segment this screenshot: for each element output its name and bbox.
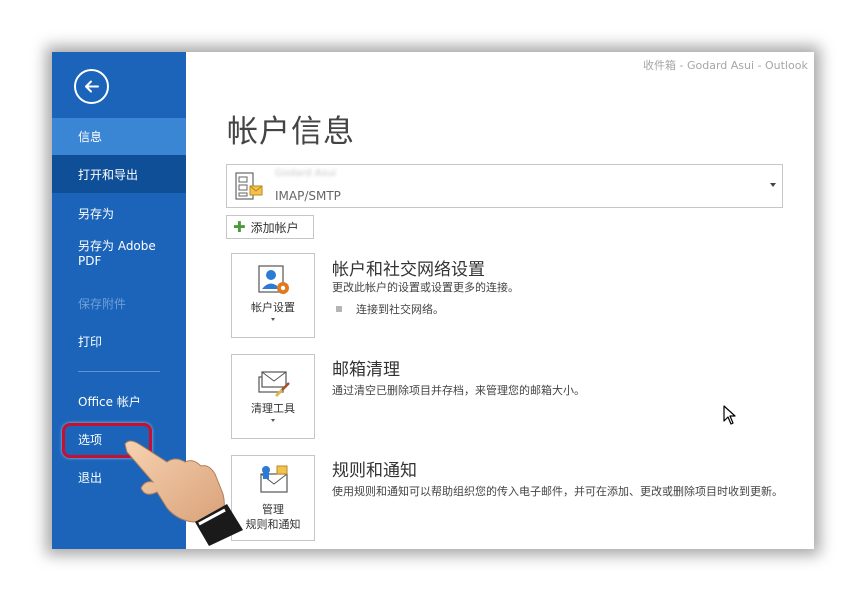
- nav-print-label: 打印: [78, 334, 103, 349]
- nav-separator: [78, 371, 160, 372]
- nav-save-attachments-label: 保存附件: [78, 296, 127, 311]
- nav-exit-label: 退出: [78, 470, 103, 485]
- nav-info-label: 信息: [78, 130, 103, 144]
- nav-save-as-pdf-label: 另存为 Adobe PDF: [78, 239, 156, 268]
- cleanup-tools-button[interactable]: 清理工具: [231, 354, 315, 439]
- nav-print[interactable]: 打印: [52, 322, 186, 360]
- account-type: IMAP/SMTP: [275, 189, 341, 203]
- page-title: 帐户信息: [227, 114, 355, 150]
- nav-office-account-label: Office 帐户: [78, 394, 141, 409]
- social-network-label: 连接到社交网络。: [356, 303, 444, 316]
- account-settings-desc: 更改此帐户的设置或设置更多的连接。: [332, 281, 519, 294]
- account-settings-label: 帐户设置: [251, 301, 295, 314]
- window-title: 收件箱 - Godard Asui - Outlook: [643, 59, 808, 72]
- rules-alerts-icon: [260, 465, 288, 493]
- nav-save-as[interactable]: 另存为: [52, 194, 186, 232]
- nav-info[interactable]: 信息: [52, 118, 186, 155]
- account-settings-title: 帐户和社交网络设置: [332, 260, 485, 280]
- back-arrow-icon: [85, 80, 99, 93]
- rules-alerts-title: 规则和通知: [332, 461, 417, 481]
- cleanup-tools-icon: [258, 371, 290, 397]
- add-account-button[interactable]: ✚ 添加帐户: [226, 215, 314, 239]
- nav-open-export[interactable]: 打开和导出: [52, 155, 186, 193]
- mouse-cursor-icon: [723, 405, 736, 425]
- plus-icon: ✚: [233, 217, 246, 236]
- nav-open-export-label: 打开和导出: [78, 167, 139, 182]
- account-card-icon: [235, 172, 263, 200]
- add-account-label: 添加帐户: [250, 220, 299, 235]
- account-settings-icon: [258, 265, 289, 294]
- chevron-down-icon: [271, 318, 275, 321]
- mailbox-cleanup-desc: 通过清空已删除项目并存档，来管理您的邮箱大小。: [332, 384, 585, 397]
- nav-save-as-label: 另存为: [78, 206, 115, 221]
- account-name: Godard Asui: [275, 168, 336, 179]
- back-button[interactable]: [74, 69, 109, 104]
- mailbox-cleanup-title: 邮箱清理: [332, 360, 400, 380]
- pointing-hand-icon: [124, 440, 243, 546]
- account-selector[interactable]: Godard Asui IMAP/SMTP: [226, 164, 783, 208]
- chevron-down-icon: [770, 183, 776, 187]
- chevron-down-icon: [271, 419, 275, 422]
- nav-save-attachments: 保存附件: [52, 284, 186, 322]
- cleanup-tools-label: 清理工具: [251, 402, 295, 415]
- account-settings-button[interactable]: 帐户设置: [231, 253, 315, 338]
- nav-save-as-pdf[interactable]: 另存为 Adobe PDF: [52, 239, 186, 279]
- rules-alerts-desc: 使用规则和通知可以帮助组织您的传入电子邮件，并可在添加、更改或删除项目时收到更新…: [332, 485, 783, 498]
- bullet-icon: [336, 306, 342, 312]
- social-network-link[interactable]: 连接到社交网络。: [336, 301, 444, 317]
- nav-office-account[interactable]: Office 帐户: [52, 382, 186, 420]
